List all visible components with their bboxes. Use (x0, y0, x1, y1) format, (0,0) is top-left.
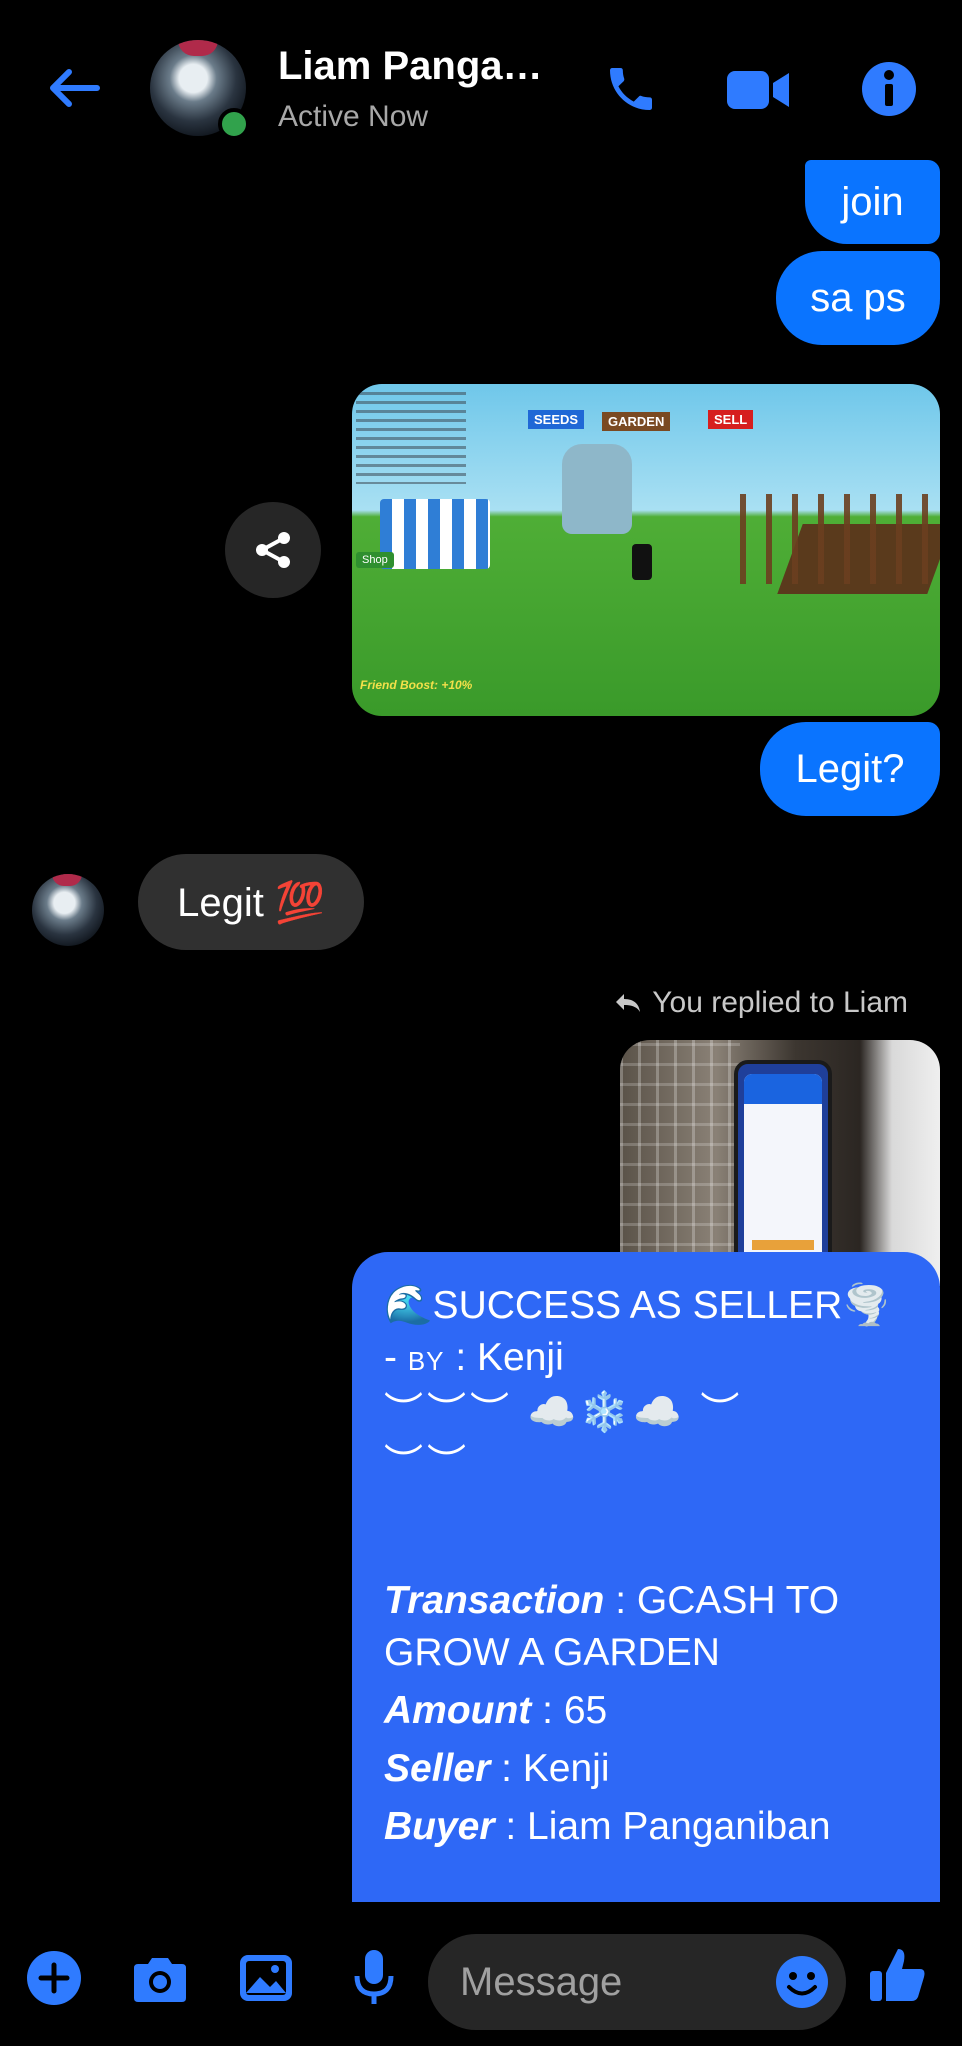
game-garden-button: GARDEN (602, 412, 671, 431)
emoji-icon[interactable] (774, 1954, 830, 2010)
game-sell-button: SELL (708, 410, 754, 429)
seller-line: Seller : Kenji (384, 1747, 610, 1790)
gallery-icon[interactable] (236, 1950, 296, 2006)
contact-avatar-small[interactable] (32, 874, 104, 946)
amount-line: Amount : 65 (384, 1689, 608, 1732)
seller-by-line: - BY : Kenji (384, 1336, 564, 1379)
thumbs-up-icon[interactable] (866, 1942, 930, 2008)
transaction-line-cont: GROW A GARDEN (384, 1631, 720, 1674)
game-boost-text: Friend Boost: +10% (360, 678, 473, 692)
message-bubble[interactable]: sa ps (776, 251, 940, 345)
incoming-message-bubble[interactable]: Legit 💯 (138, 854, 364, 950)
plus-icon[interactable] (24, 1948, 84, 2008)
share-button[interactable] (225, 502, 321, 598)
message-text: sa ps (810, 276, 906, 320)
message-text: join (841, 180, 904, 224)
reply-indicator: You replied to Liam (614, 986, 908, 1020)
message-bubble[interactable]: Legit? (760, 722, 940, 816)
replied-photo-image[interactable] (620, 1040, 940, 1286)
back-arrow-icon[interactable] (44, 60, 104, 116)
photo-window-grill (620, 1040, 740, 1286)
decoration-line: ︶︶︶ ☁️❄️☁️ ︶ (384, 1391, 744, 1434)
game-player-avatar (632, 544, 652, 580)
game-dinosaur-statue (562, 444, 632, 534)
microphone-icon[interactable] (344, 1946, 404, 2010)
game-fence (740, 494, 940, 584)
phone-icon[interactable] (600, 58, 662, 120)
seller-message-bubble[interactable]: 🌊SUCCESS AS SELLER🌪️ - BY : Kenji ︶︶︶ ☁️… (352, 1252, 940, 1902)
seller-title: 🌊SUCCESS AS SELLER🌪️ (384, 1284, 891, 1327)
share-icon (256, 532, 290, 568)
reply-arrow-icon (616, 994, 641, 1012)
game-seeds-button: SEEDS (528, 410, 585, 429)
video-camera-icon[interactable] (724, 62, 792, 118)
game-shop-label: Shop (356, 552, 394, 568)
message-text: Legit? (795, 747, 905, 791)
transaction-line: Transaction : GCASH TO (384, 1579, 840, 1622)
game-shop-stall (380, 499, 490, 569)
buyer-line: Buyer : Liam Panganiban (384, 1805, 831, 1848)
game-screenshot-image[interactable]: SEEDS GARDEN SELL Shop Friend Boost: +10… (352, 384, 940, 716)
message-bubble[interactable]: join (805, 160, 940, 244)
contact-name[interactable]: Liam Panga… (278, 44, 543, 89)
game-chat-log (356, 392, 466, 484)
reply-note-text: You replied to Liam (652, 986, 908, 1019)
active-status-dot (218, 108, 250, 140)
decoration-line: ︶︶ (384, 1443, 471, 1486)
chat-header: Liam Panga… Active Now (0, 0, 962, 170)
info-icon[interactable] (858, 58, 920, 120)
message-input[interactable]: Message (428, 1934, 846, 2030)
active-status-text: Active Now (278, 100, 429, 133)
message-text: Legit 💯 (177, 880, 325, 925)
camera-icon[interactable] (128, 1950, 192, 2008)
